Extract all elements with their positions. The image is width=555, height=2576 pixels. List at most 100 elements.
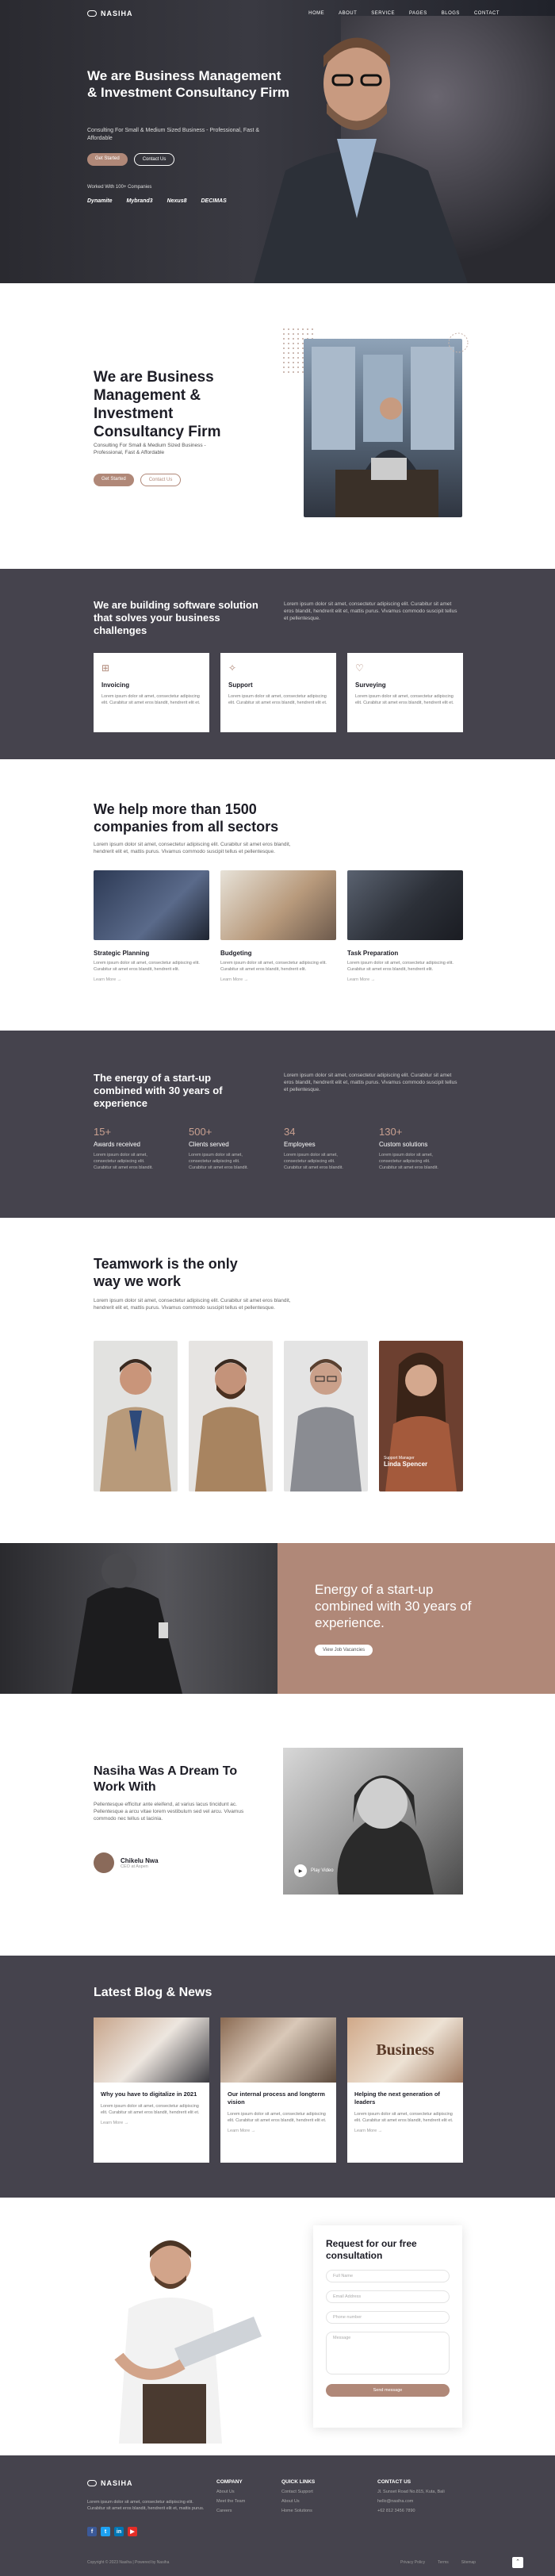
service-card-text: Lorem ipsum dolor sit amet, consectetur … — [101, 694, 201, 705]
footer-logo[interactable]: NASIHA — [87, 2479, 133, 2487]
stat-item: 130+ Custom solutions Lorem ipsum dolor … — [379, 1126, 449, 1171]
team-member-overlay: Support Manager Linda Spencer — [384, 1456, 427, 1468]
sector-card[interactable]: Strategic Planning Lorem ipsum dolor sit… — [94, 870, 209, 982]
man-with-laptop-image — [114, 2240, 262, 2444]
play-video-button[interactable]: ▶ Play Video — [294, 1864, 334, 1877]
about-buttons: Get Started Contact Us — [94, 474, 182, 486]
footer-link[interactable]: Careers — [216, 2509, 245, 2513]
service-cards: ⊞ Invoicing Lorem ipsum dolor sit amet, … — [94, 653, 463, 732]
service-card[interactable]: ♡ Surveying Lorem ipsum dolor sit amet, … — [347, 653, 463, 732]
play-icon: ▶ — [294, 1864, 307, 1877]
team-member-card[interactable] — [189, 1341, 273, 1491]
learn-more-link[interactable]: Learn More → — [347, 977, 463, 982]
learn-more-link[interactable]: Learn More → — [94, 977, 209, 982]
service-card-title: Surveying — [355, 681, 386, 689]
energy-text: Lorem ipsum dolor sit amet, consectetur … — [284, 1073, 457, 1092]
footer-bottom-links: Privacy Policy Terms Sitemap — [400, 2560, 476, 2565]
blog-card[interactable]: Business Helping the next generation of … — [347, 2017, 463, 2163]
stat-text: Lorem ipsum dolor sit amet, consectetur … — [284, 1153, 343, 1170]
service-card-title: Support — [228, 681, 253, 689]
stat-text: Lorem ipsum dolor sit amet, consectetur … — [379, 1153, 438, 1170]
footer-link[interactable]: About Us — [281, 2499, 315, 2504]
learn-more-link[interactable]: Learn More → — [228, 2129, 329, 2133]
nav-blogs[interactable]: BLOGS — [442, 11, 460, 16]
partner-logo: DECIMAS — [201, 198, 227, 204]
stat-number: 500+ — [189, 1126, 212, 1138]
scroll-to-top-icon[interactable]: ⌃ — [512, 2557, 523, 2568]
learn-more-link[interactable]: Learn More → — [220, 977, 336, 982]
footer-link[interactable]: Contact Support — [281, 2490, 315, 2494]
footer-column-title: COMPANY — [216, 2479, 243, 2485]
footer-link[interactable]: Home Solutions — [281, 2509, 315, 2513]
partner-logo: Nexus8 — [166, 198, 187, 204]
footer-phone[interactable]: +62 812 3456 7890 — [377, 2509, 445, 2513]
nav-pages[interactable]: PAGES — [409, 11, 427, 16]
send-message-button[interactable]: Send message — [326, 2384, 450, 2397]
video-thumbnail[interactable]: ▶ Play Video — [283, 1748, 463, 1895]
nav-contact[interactable]: CONTACT — [474, 11, 500, 16]
author-name: Chikelu Nwa — [121, 1856, 159, 1864]
sector-card-text: Lorem ipsum dolor sit amet, consectetur … — [347, 961, 454, 972]
heart-icon: ♡ — [355, 662, 364, 674]
blog-image — [94, 2017, 209, 2083]
about-get-started-button[interactable]: Get Started — [94, 474, 134, 486]
team-member-card[interactable]: Support Manager Linda Spencer — [379, 1341, 463, 1491]
team-member-card[interactable] — [94, 1341, 178, 1491]
team-member-card[interactable] — [284, 1341, 368, 1491]
sector-card[interactable]: Task Preparation Lorem ipsum dolor sit a… — [347, 870, 463, 982]
learn-more-link[interactable]: Learn More → — [354, 2129, 456, 2133]
sector-card[interactable]: Budgeting Lorem ipsum dolor sit amet, co… — [220, 870, 336, 982]
footer-email[interactable]: hello@nasiha.com — [377, 2499, 445, 2504]
top-navbar: NASIHA HOME ABOUT SERVICE PAGES BLOGS CO… — [87, 10, 500, 17]
service-card-text: Lorem ipsum dolor sit amet, consectetur … — [355, 694, 454, 705]
sectors-title: We help more than 1500 companies from al… — [94, 801, 279, 835]
footer-bottom-link[interactable]: Terms — [438, 2560, 449, 2565]
footer-link[interactable]: About Us — [216, 2490, 245, 2494]
service-card[interactable]: ✧ Support Lorem ipsum dolor sit amet, co… — [220, 653, 336, 732]
logo[interactable]: NASIHA — [87, 10, 133, 17]
blog-card[interactable]: Why you have to digitalize in 2021 Lorem… — [94, 2017, 209, 2163]
about-office-image — [304, 339, 462, 517]
footer-text: Lorem ipsum dolor sit amet, consectetur … — [87, 2500, 205, 2511]
youtube-icon[interactable]: ▶ — [128, 2527, 137, 2536]
service-card-title: Invoicing — [101, 681, 130, 689]
linkedin-icon[interactable]: in — [114, 2527, 124, 2536]
nav-about[interactable]: ABOUT — [339, 11, 357, 16]
email-field[interactable]: Email Address — [326, 2290, 450, 2303]
stat-number: 15+ — [94, 1126, 112, 1138]
hero-businessman-image — [254, 37, 468, 283]
contact-section: Request for our free consultation Full N… — [0, 2198, 555, 2455]
sector-card-title: Budgeting — [220, 950, 252, 957]
get-started-button[interactable]: Get Started — [87, 153, 128, 166]
message-field[interactable]: Message — [326, 2332, 450, 2374]
banner-section: Energy of a start-up combined with 30 ye… — [0, 1543, 555, 1694]
learn-more-link[interactable]: Learn More → — [101, 2121, 202, 2125]
stat-label: Clients served — [189, 1141, 229, 1148]
support-icon: ✧ — [228, 662, 237, 674]
contact-us-button[interactable]: Contact Us — [133, 153, 175, 166]
nav-service[interactable]: SERVICE — [371, 11, 395, 16]
nav-home[interactable]: HOME — [308, 11, 324, 16]
stat-label: Employees — [284, 1141, 316, 1148]
sector-card-text: Lorem ipsum dolor sit amet, consectetur … — [94, 961, 200, 972]
blog-card[interactable]: Our internal process and longterm vision… — [220, 2017, 336, 2163]
phone-field[interactable]: Phone number — [326, 2311, 450, 2324]
footer-bottom-link[interactable]: Sitemap — [461, 2560, 476, 2565]
view-job-vacancies-button[interactable]: View Job Vacancies — [315, 1645, 373, 1656]
hero-title: We are Business Management & Investment … — [87, 68, 290, 100]
stat-item: 15+ Awards received Lorem ipsum dolor si… — [94, 1126, 163, 1171]
footer-link[interactable]: Meet the Team — [216, 2499, 245, 2504]
invoice-icon: ⊞ — [101, 662, 110, 674]
stat-label: Custom solutions — [379, 1141, 428, 1148]
full-name-field[interactable]: Full Name — [326, 2270, 450, 2282]
about-section: We are Business Management & Investment … — [0, 283, 555, 569]
facebook-icon[interactable]: f — [87, 2527, 97, 2536]
service-card[interactable]: ⊞ Invoicing Lorem ipsum dolor sit amet, … — [94, 653, 209, 732]
twitter-icon[interactable]: t — [101, 2527, 110, 2536]
footer-column-title: CONTACT US — [377, 2479, 411, 2485]
energy-section: The energy of a start-up combined with 3… — [0, 1031, 555, 1218]
blog-image — [220, 2017, 336, 2083]
services-title: We are building software solution that s… — [94, 599, 258, 636]
footer-bottom-link[interactable]: Privacy Policy — [400, 2560, 425, 2565]
about-contact-button[interactable]: Contact Us — [140, 474, 182, 486]
